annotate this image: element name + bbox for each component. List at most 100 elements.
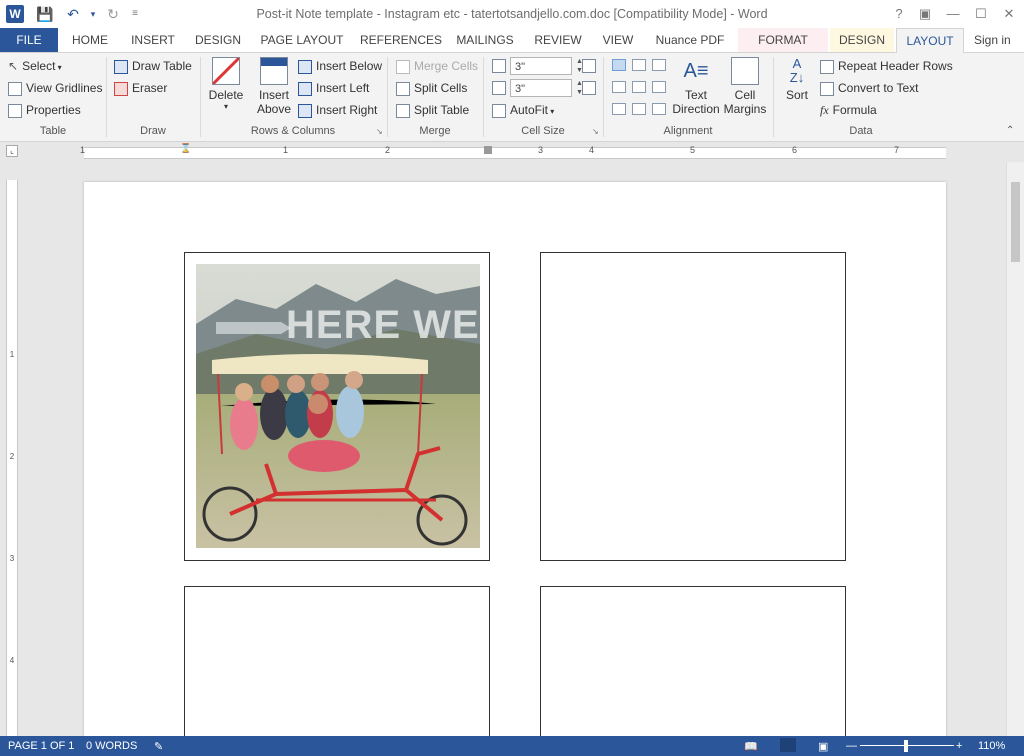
- photo-image: HERE WE GO!: [196, 264, 480, 548]
- insert-left-button[interactable]: Insert Left: [298, 81, 369, 96]
- draw-table-button[interactable]: Draw Table: [114, 59, 192, 74]
- tab-nuance-pdf[interactable]: Nuance PDF: [650, 28, 730, 52]
- dialog-launcher-icon[interactable]: ↘: [592, 127, 599, 136]
- repeat-header-rows-button[interactable]: Repeat Header Rows: [820, 59, 953, 74]
- table-cell-top-right[interactable]: [540, 252, 846, 561]
- table-cell-bottom-right[interactable]: [540, 586, 846, 746]
- read-mode-icon[interactable]: 📖: [744, 740, 758, 753]
- merge-cells-button[interactable]: Merge Cells: [396, 59, 478, 74]
- vertical-ruler[interactable]: 1 2 3 4: [6, 180, 18, 736]
- tab-table-design[interactable]: DESIGN: [830, 28, 894, 52]
- group-label-merge: Merge: [419, 125, 451, 137]
- align-bottom-left-icon[interactable]: [612, 103, 626, 115]
- page-count[interactable]: PAGE 1 OF 1: [8, 740, 74, 752]
- eraser-icon: [114, 81, 128, 96]
- help-button[interactable]: ?: [888, 4, 910, 24]
- maximize-button[interactable]: ☐: [970, 4, 992, 24]
- tab-page-layout[interactable]: PAGE LAYOUT: [256, 28, 348, 52]
- photo-caption: HERE WE GO!: [286, 303, 480, 347]
- vruler-mark: 2: [9, 452, 15, 461]
- zoom-out-button[interactable]: —: [846, 740, 857, 752]
- ruler-mark: 1: [283, 145, 289, 155]
- insert-above-button[interactable]: Insert Above: [252, 57, 296, 116]
- vruler-mark: 1: [9, 350, 15, 359]
- split-cells-button[interactable]: Split Cells: [396, 81, 467, 96]
- sort-button[interactable]: A Z↓ Sort: [780, 57, 814, 103]
- print-layout-icon[interactable]: [780, 738, 796, 752]
- view-gridlines-button[interactable]: View Gridlines: [8, 81, 102, 96]
- tab-references[interactable]: REFERENCES: [360, 28, 442, 52]
- post-it-photo[interactable]: HERE WE GO!: [196, 264, 480, 548]
- document-page[interactable]: HERE WE GO!: [84, 182, 946, 746]
- tab-view[interactable]: VIEW: [596, 28, 640, 52]
- indent-marker-icon[interactable]: ⌛: [180, 143, 191, 154]
- zoom-level[interactable]: 110%: [978, 740, 1005, 752]
- distribute-columns-icon[interactable]: [582, 81, 596, 95]
- insert-above-icon: [260, 57, 288, 85]
- split-table-button[interactable]: Split Table: [396, 103, 469, 118]
- ribbon-tabs: FILE HOME INSERT DESIGN PAGE LAYOUT REFE…: [0, 28, 1024, 54]
- tab-insert[interactable]: INSERT: [124, 28, 182, 52]
- align-top-right-icon[interactable]: [652, 59, 666, 71]
- status-bar: PAGE 1 OF 1 0 WORDS ✎ 📖 ▣ — + 110%: [0, 736, 1024, 756]
- text-direction-button[interactable]: A≡ Text Direction: [672, 57, 720, 116]
- vruler-mark: 3: [9, 554, 15, 563]
- tab-layout[interactable]: LAYOUT: [896, 28, 964, 54]
- formula-button[interactable]: fx Formula: [820, 103, 877, 118]
- proofing-icon[interactable]: ✎: [154, 740, 163, 753]
- cell-margins-button[interactable]: Cell Margins: [722, 57, 768, 116]
- align-bottom-right-icon[interactable]: [652, 103, 666, 115]
- insert-below-button[interactable]: Insert Below: [298, 59, 382, 74]
- eraser-button[interactable]: Eraser: [114, 81, 167, 96]
- group-label-alignment: Alignment: [663, 125, 713, 137]
- sign-in-link[interactable]: Sign in: [974, 28, 1018, 52]
- group-label-table: Table: [39, 125, 67, 137]
- align-center-left-icon[interactable]: [612, 81, 626, 93]
- close-button[interactable]: ✕: [998, 4, 1020, 24]
- tab-format[interactable]: FORMAT: [738, 28, 828, 52]
- autofit-button[interactable]: AutoFit ▾: [492, 103, 554, 118]
- zoom-slider-handle[interactable]: [904, 740, 908, 752]
- align-center-right-icon[interactable]: [652, 81, 666, 93]
- web-layout-icon[interactable]: ▣: [818, 740, 828, 753]
- ruler-mark: 5: [690, 145, 696, 155]
- vertical-scrollbar[interactable]: [1006, 162, 1024, 736]
- ribbon-display-options-icon[interactable]: ▣: [914, 4, 936, 24]
- dialog-launcher-icon[interactable]: ↘: [376, 127, 383, 136]
- align-center-icon[interactable]: [632, 81, 646, 93]
- split-table-icon: [396, 103, 410, 118]
- tab-file[interactable]: FILE: [0, 28, 58, 52]
- delete-label: Delete: [208, 88, 244, 102]
- horizontal-ruler: ⌞ 1 ⌛ 1 2 3 4 5 6 7: [0, 142, 1024, 162]
- properties-label: Properties: [26, 103, 81, 117]
- align-top-center-icon[interactable]: [632, 59, 646, 71]
- tab-selector-icon[interactable]: ⌞: [6, 145, 18, 157]
- delete-button[interactable]: Delete ▾: [206, 57, 246, 111]
- zoom-in-button[interactable]: +: [956, 740, 962, 752]
- table-cell-bottom-left[interactable]: [184, 586, 490, 746]
- collapse-ribbon-icon[interactable]: ⌃: [1006, 125, 1014, 136]
- table-cell-top-left[interactable]: HERE WE GO!: [184, 252, 490, 561]
- insert-right-button[interactable]: Insert Right: [298, 103, 377, 118]
- ruler-bar[interactable]: [84, 147, 946, 159]
- align-top-left-icon[interactable]: [612, 59, 626, 71]
- align-bottom-center-icon[interactable]: [632, 103, 646, 115]
- tab-review[interactable]: REVIEW: [530, 28, 586, 52]
- convert-to-text-label: Convert to Text: [838, 81, 919, 95]
- distribute-rows-icon[interactable]: [582, 59, 596, 73]
- tab-mailings[interactable]: MAILINGS: [450, 28, 520, 52]
- row-height-input[interactable]: 3": [510, 57, 572, 75]
- dropdown-arrow-icon: ▾: [223, 102, 228, 111]
- tab-design[interactable]: DESIGN: [190, 28, 246, 52]
- tab-home[interactable]: HOME: [62, 28, 118, 52]
- scrollbar-thumb[interactable]: [1011, 182, 1020, 262]
- column-marker-icon[interactable]: [484, 146, 492, 154]
- select-button[interactable]: ↖ Select ▾: [8, 59, 62, 73]
- convert-to-text-button[interactable]: Convert to Text: [820, 81, 918, 96]
- minimize-button[interactable]: —: [942, 4, 964, 24]
- column-width-input[interactable]: 3": [510, 79, 572, 97]
- properties-button[interactable]: Properties: [8, 103, 81, 118]
- text-direction-label-2: Direction: [672, 102, 720, 116]
- ruler-mark: 2: [385, 145, 391, 155]
- word-count[interactable]: 0 WORDS: [86, 740, 137, 752]
